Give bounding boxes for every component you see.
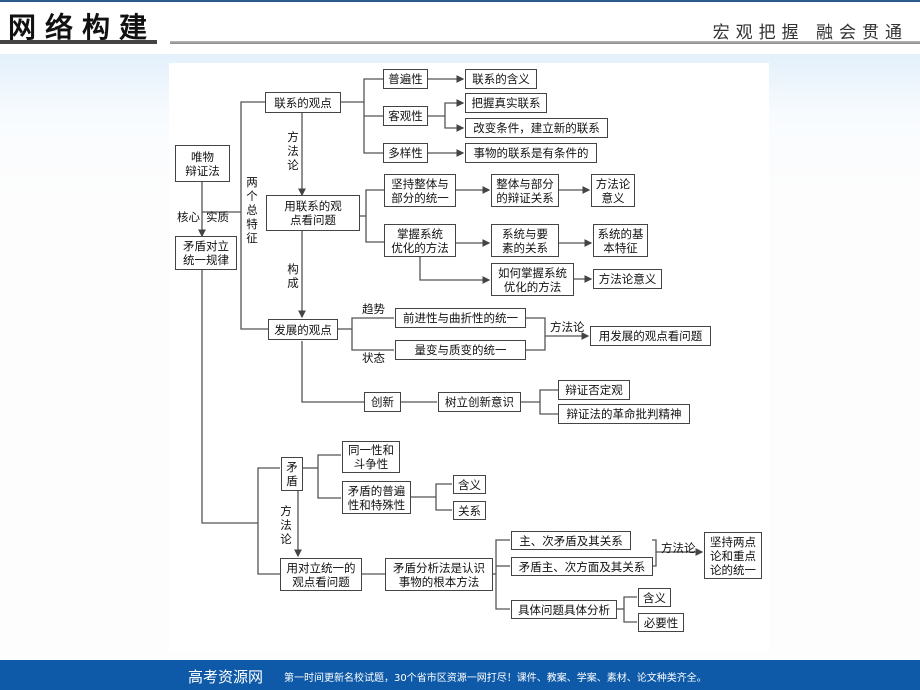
node-objectivity: 客观性 (383, 106, 428, 126)
node-meaning-2: 含义 (638, 588, 671, 607)
node-grasp-real: 把握真实联系 (465, 93, 547, 113)
node-connection-view: 联系的观点 (265, 92, 341, 113)
label-core: 核心 (177, 210, 200, 224)
node-universal-particular: 矛盾的普遍 性和特殊性 (342, 481, 411, 514)
node-conditional: 事物的联系是有条件的 (465, 143, 597, 163)
node-whole-part-dialectic: 整体与部分 的辩证关系 (491, 174, 559, 207)
node-quantity-quality: 量变与质变的统一 (395, 340, 526, 360)
node-universality: 普遍性 (383, 69, 428, 89)
node-dialectical-negation: 辩证否定观 (558, 380, 630, 400)
node-how-system-optimize: 如何掌握系统 优化的方法 (491, 263, 574, 296)
label-essence: 实质 (206, 210, 229, 224)
node-law: 矛盾对立 统一规律 (175, 236, 237, 270)
node-identity-struggle: 同一性和 斗争性 (342, 441, 400, 473)
node-meaning: 含义 (453, 475, 486, 494)
label-methodology-4: 方法论 (661, 541, 696, 555)
node-main-secondary-aspects: 矛盾主、次方面及其关系 (511, 557, 653, 576)
label-state: 状态 (362, 351, 385, 365)
node-concrete-analysis: 具体问题具体分析 (511, 600, 617, 619)
node-system-optimize: 掌握系统 优化的方法 (384, 224, 456, 257)
node-contradiction: 矛 盾 (281, 457, 303, 491)
node-methodology-meaning-2: 方法论意义 (593, 269, 662, 289)
node-progress-twist: 前进性与曲折性的统一 (395, 308, 526, 328)
node-revolutionary-spirit: 辩证法的革命批判精神 (558, 404, 690, 424)
node-necessity: 必要性 (638, 613, 684, 632)
node-innovation-awareness: 树立创新意识 (438, 392, 521, 412)
footer-bar: 高考资源网 第一时间更新名校试题，30个省市区资源一网打尽！课件、教案、学案、素… (0, 660, 920, 690)
label-methodology-3: 方 法 论 (280, 504, 292, 546)
label-constitutes: 构 成 (287, 262, 299, 290)
node-relation: 关系 (453, 501, 486, 520)
node-root: 唯物 辩证法 (175, 145, 230, 182)
node-innovation: 创新 (364, 392, 401, 412)
node-main-secondary: 主、次矛盾及其关系 (511, 531, 631, 550)
node-use-development: 用发展的观点看问题 (590, 326, 711, 346)
node-system-features: 系统的基 本特征 (593, 224, 648, 257)
node-methodology-meaning-1: 方法论 意义 (591, 174, 635, 207)
label-trend: 趋势 (362, 302, 385, 316)
node-two-points-focus: 坚持两点 论和重点 论的统一 (704, 532, 762, 579)
node-use-unity-opposites: 用对立统一的 观点看问题 (280, 558, 362, 591)
footer-tagline: 第一时间更新名校试题，30个省市区资源一网打尽！课件、教案、学案、素材、论文种类… (284, 673, 707, 684)
node-diversity: 多样性 (383, 143, 428, 163)
node-use-connection: 用联系的观 点看问题 (266, 195, 360, 231)
footer-brand[interactable]: 高考资源网 (188, 666, 263, 687)
label-methodology-1: 方 法 论 (287, 130, 299, 172)
node-development-view: 发展的观点 (268, 319, 338, 340)
label-methodology-2: 方法论 (550, 320, 585, 334)
node-system-elements: 系统与要 素的关系 (491, 224, 559, 257)
node-meaning-connection: 联系的含义 (465, 69, 537, 89)
node-whole-part-unity: 坚持整体与 部分的统一 (384, 174, 456, 207)
label-two-features: 两 个 总 特 征 (246, 175, 258, 245)
node-contradiction-analysis: 矛盾分析法是认识 事物的根本方法 (385, 558, 493, 591)
node-change-conditions: 改变条件，建立新的联系 (465, 118, 608, 138)
